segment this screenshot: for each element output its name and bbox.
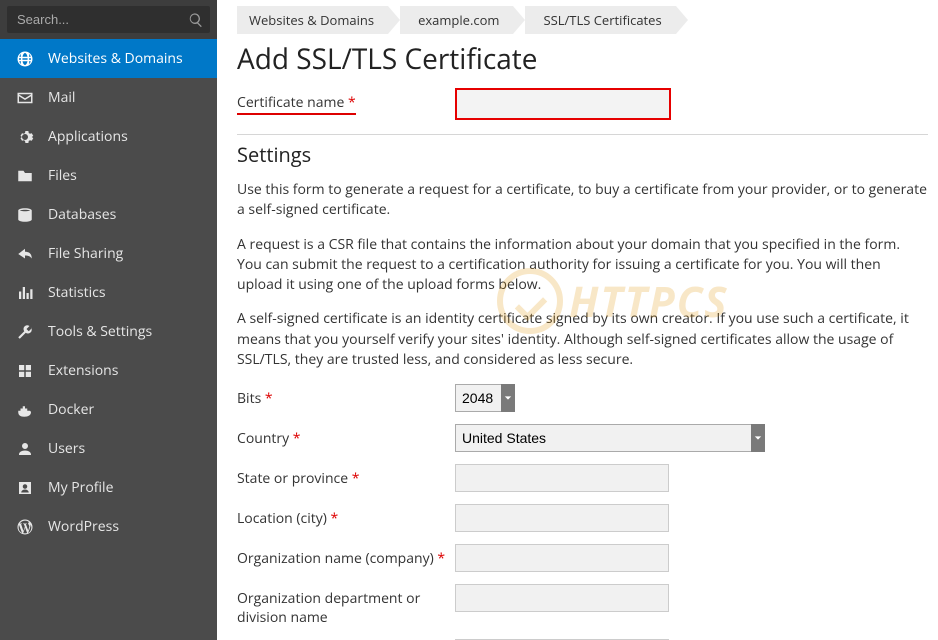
sidebar: Websites & Domains Mail Applications Fil… bbox=[0, 0, 217, 640]
breadcrumb: Websites & Domains example.com SSL/TLS C… bbox=[237, 6, 928, 34]
globe-icon bbox=[16, 50, 34, 68]
label-state: State or province * bbox=[237, 464, 455, 488]
org-input[interactable] bbox=[455, 544, 669, 572]
nav: Websites & Domains Mail Applications Fil… bbox=[0, 39, 217, 640]
sidebar-item-label: Applications bbox=[48, 127, 128, 146]
sidebar-item-docker[interactable]: Docker bbox=[0, 390, 217, 429]
mail-icon bbox=[16, 89, 34, 107]
bits-select[interactable]: 2048 bbox=[455, 384, 515, 412]
sidebar-item-file-sharing[interactable]: File Sharing bbox=[0, 234, 217, 273]
user-icon bbox=[16, 440, 34, 458]
cert-name-row: Certificate name * bbox=[237, 88, 928, 135]
sidebar-item-label: Websites & Domains bbox=[48, 49, 183, 68]
sidebar-item-my-profile[interactable]: My Profile bbox=[0, 468, 217, 507]
label-city: Location (city) * bbox=[237, 504, 455, 528]
sidebar-item-label: Databases bbox=[48, 205, 116, 224]
section-title-settings: Settings bbox=[237, 141, 928, 168]
cert-name-label-wrap: Certificate name * bbox=[237, 93, 455, 115]
state-input[interactable] bbox=[455, 464, 669, 492]
label-org: Organization name (company) * bbox=[237, 544, 455, 568]
description-2: A request is a CSR file that contains th… bbox=[237, 235, 927, 296]
required-mark: * bbox=[348, 93, 356, 112]
country-select[interactable]: United States bbox=[455, 424, 765, 452]
database-icon bbox=[16, 206, 34, 224]
crumb-ssl-certs[interactable]: SSL/TLS Certificates bbox=[525, 6, 675, 34]
certificate-name-input[interactable] bbox=[455, 88, 671, 120]
gear-icon bbox=[16, 128, 34, 146]
search-box bbox=[7, 6, 210, 33]
sidebar-item-label: Mail bbox=[48, 88, 75, 107]
sidebar-item-label: Statistics bbox=[48, 283, 106, 302]
row-state: State or province * bbox=[237, 464, 928, 492]
sidebar-item-label: WordPress bbox=[48, 517, 119, 536]
row-country: Country * United States bbox=[237, 424, 928, 452]
row-org: Organization name (company) * bbox=[237, 544, 928, 572]
extensions-icon bbox=[16, 362, 34, 380]
docker-icon bbox=[16, 401, 34, 419]
sidebar-item-websites-domains[interactable]: Websites & Domains bbox=[0, 39, 217, 78]
folder-icon bbox=[16, 167, 34, 185]
main-content: Websites & Domains example.com SSL/TLS C… bbox=[217, 0, 938, 640]
row-dept: Organization department or division name bbox=[237, 584, 928, 626]
dept-input[interactable] bbox=[455, 584, 669, 612]
description-3: A self-signed certificate is an identity… bbox=[237, 309, 927, 370]
cert-name-label: Certificate name * bbox=[237, 93, 356, 115]
label-dept: Organization department or division name bbox=[237, 584, 455, 626]
label-bits: Bits * bbox=[237, 384, 455, 408]
sidebar-item-label: File Sharing bbox=[48, 244, 123, 263]
sidebar-item-label: My Profile bbox=[48, 478, 113, 497]
sidebar-item-mail[interactable]: Mail bbox=[0, 78, 217, 117]
crumb-websites-domains[interactable]: Websites & Domains bbox=[237, 6, 388, 34]
sidebar-item-applications[interactable]: Applications bbox=[0, 117, 217, 156]
sidebar-item-statistics[interactable]: Statistics bbox=[0, 273, 217, 312]
stats-icon bbox=[16, 284, 34, 302]
sidebar-item-label: Files bbox=[48, 166, 77, 185]
description-1: Use this form to generate a request for … bbox=[237, 180, 927, 221]
crumb-domain[interactable]: example.com bbox=[400, 6, 513, 34]
share-icon bbox=[16, 245, 34, 263]
profile-icon bbox=[16, 479, 34, 497]
search-wrap bbox=[0, 0, 217, 39]
sidebar-item-wordpress[interactable]: WordPress bbox=[0, 507, 217, 546]
tools-icon bbox=[16, 323, 34, 341]
sidebar-item-label: Extensions bbox=[48, 361, 118, 380]
row-bits: Bits * 2048 bbox=[237, 384, 928, 412]
search-icon[interactable] bbox=[188, 12, 204, 28]
sidebar-item-databases[interactable]: Databases bbox=[0, 195, 217, 234]
sidebar-item-extensions[interactable]: Extensions bbox=[0, 351, 217, 390]
city-input[interactable] bbox=[455, 504, 669, 532]
sidebar-item-label: Tools & Settings bbox=[48, 322, 152, 341]
sidebar-item-tools-settings[interactable]: Tools & Settings bbox=[0, 312, 217, 351]
sidebar-item-label: Users bbox=[48, 439, 85, 458]
label-country: Country * bbox=[237, 424, 455, 448]
sidebar-item-users[interactable]: Users bbox=[0, 429, 217, 468]
sidebar-item-files[interactable]: Files bbox=[0, 156, 217, 195]
wordpress-icon bbox=[16, 518, 34, 536]
row-city: Location (city) * bbox=[237, 504, 928, 532]
sidebar-item-label: Docker bbox=[48, 400, 94, 419]
search-input[interactable] bbox=[7, 6, 210, 33]
page-title: Add SSL/TLS Certificate bbox=[237, 40, 928, 78]
